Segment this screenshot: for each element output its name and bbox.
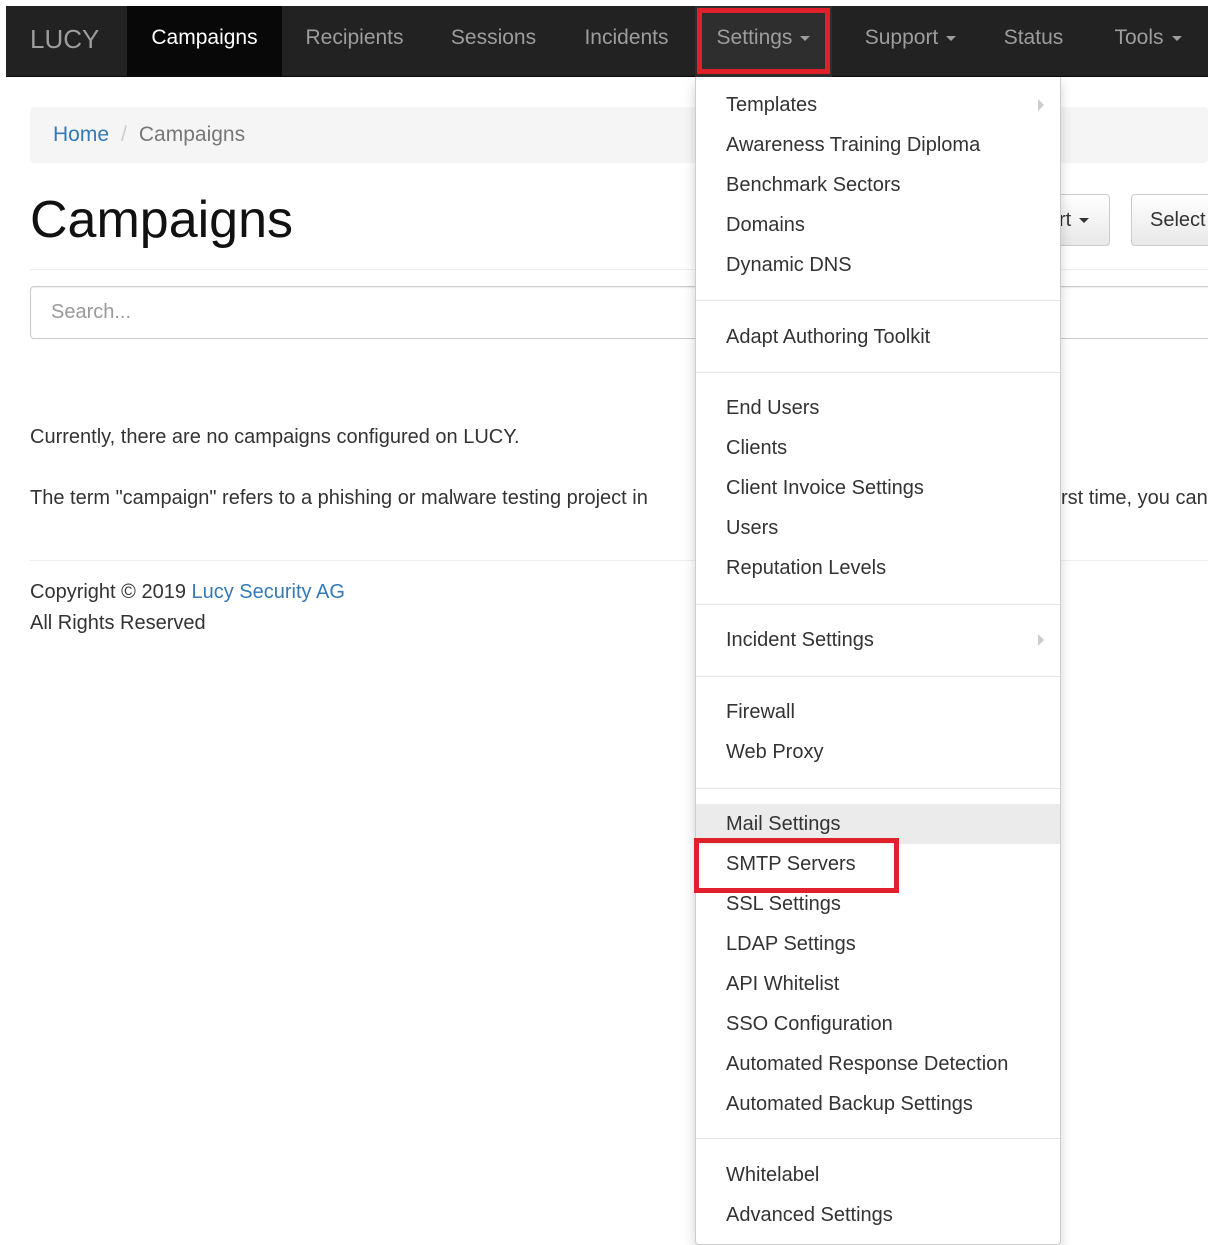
menu-item-awareness-training-diploma[interactable]: Awareness Training Diploma xyxy=(696,125,1060,165)
nav-support-label: Support xyxy=(864,26,939,49)
page-title: Campaigns xyxy=(30,191,294,249)
menu-item-dynamic-dns[interactable]: Dynamic DNS xyxy=(696,245,1060,285)
nav-recipients[interactable]: Recipients xyxy=(282,6,427,77)
menu-item-label: Mail Settings xyxy=(726,813,841,835)
menu-item-label: Reputation Levels xyxy=(726,557,887,579)
brand-logo[interactable]: LUCY xyxy=(6,6,127,77)
nav-settings-label: Settings xyxy=(716,26,793,49)
menu-divider xyxy=(696,604,1060,605)
chevron-down-icon xyxy=(1171,35,1182,41)
menu-divider xyxy=(696,372,1060,373)
menu-item-ssl-settings[interactable]: SSL Settings xyxy=(696,884,1060,924)
menu-item-advanced-settings[interactable]: Advanced Settings xyxy=(696,1195,1060,1235)
menu-divider xyxy=(696,788,1060,789)
nav-status[interactable]: Status xyxy=(981,6,1086,77)
nav-tools[interactable]: Tools xyxy=(1088,6,1208,77)
menu-item-smtp-servers[interactable]: SMTP Servers xyxy=(696,844,1060,884)
menu-item-adapt-authoring-toolkit[interactable]: Adapt Authoring Toolkit xyxy=(696,317,1060,357)
menu-divider xyxy=(696,1138,1060,1139)
menu-item-label: API Whitelist xyxy=(726,973,840,995)
menu-item-end-users[interactable]: End Users xyxy=(696,388,1060,428)
chevron-right-icon xyxy=(1038,634,1044,646)
nav-sessions[interactable]: Sessions xyxy=(427,6,560,77)
menu-divider xyxy=(696,676,1060,677)
empty-state-text: Currently, there are no campaigns config… xyxy=(30,426,520,448)
menu-item-firewall[interactable]: Firewall xyxy=(696,692,1060,732)
chevron-down-icon xyxy=(1079,218,1090,224)
menu-item-incident-settings[interactable]: Incident Settings xyxy=(696,620,1060,660)
menu-item-clients[interactable]: Clients xyxy=(696,428,1060,468)
menu-item-label: Templates xyxy=(726,94,818,116)
menu-item-label: SSO Configuration xyxy=(726,1013,893,1035)
menu-item-sso-configuration[interactable]: SSO Configuration xyxy=(696,1004,1060,1044)
menu-item-label: Awareness Training Diploma xyxy=(726,134,981,156)
menu-item-reputation-levels[interactable]: Reputation Levels xyxy=(696,548,1060,588)
breadcrumb-current: Campaigns xyxy=(138,123,246,146)
nav-incidents[interactable]: Incidents xyxy=(560,6,693,77)
menu-item-templates[interactable]: Templates xyxy=(696,85,1060,125)
top-navbar: LUCY Campaigns Recipients Sessions Incid… xyxy=(6,6,1208,77)
nav-campaigns[interactable]: Campaigns xyxy=(127,6,282,77)
menu-item-label: Web Proxy xyxy=(726,741,824,763)
campaign-term-text-tail: rst time, you can xyxy=(1061,487,1208,509)
menu-item-label: Domains xyxy=(726,214,805,236)
chevron-down-icon xyxy=(946,35,957,41)
menu-item-label: SMTP Servers xyxy=(726,853,856,875)
menu-item-automated-backup-settings[interactable]: Automated Backup Settings xyxy=(696,1084,1060,1124)
menu-item-label: SSL Settings xyxy=(726,893,841,915)
copyright-text: Copyright © 2019 xyxy=(30,581,186,603)
footer-rights: All Rights Reserved xyxy=(30,612,206,634)
menu-item-label: Clients xyxy=(726,437,788,459)
menu-item-whitelabel[interactable]: Whitelabel xyxy=(696,1155,1060,1195)
nav-support[interactable]: Support xyxy=(842,6,979,77)
menu-item-label: Dynamic DNS xyxy=(726,254,852,276)
menu-item-mail-settings[interactable]: Mail Settings xyxy=(696,804,1060,844)
nav-settings[interactable]: Settings xyxy=(695,6,832,77)
menu-item-label: LDAP Settings xyxy=(726,933,856,955)
nav-tools-label: Tools xyxy=(1114,26,1164,49)
chevron-right-icon xyxy=(1038,99,1044,111)
breadcrumb-separator: / xyxy=(121,123,127,146)
menu-item-label: Users xyxy=(726,517,779,539)
menu-item-users[interactable]: Users xyxy=(696,508,1060,548)
menu-item-label: Automated Backup Settings xyxy=(726,1093,973,1115)
menu-item-api-whitelist[interactable]: API Whitelist xyxy=(696,964,1060,1004)
campaign-term-text: The term "campaign" refers to a phishing… xyxy=(30,487,648,509)
menu-item-label: Adapt Authoring Toolkit xyxy=(726,326,931,348)
menu-item-label: Firewall xyxy=(726,701,795,723)
nav-recipients-label: Recipients xyxy=(305,26,404,49)
nav-status-label: Status xyxy=(1003,26,1064,49)
menu-item-domains[interactable]: Domains xyxy=(696,205,1060,245)
nav-sessions-label: Sessions xyxy=(450,26,537,49)
menu-item-automated-response-detection[interactable]: Automated Response Detection xyxy=(696,1044,1060,1084)
settings-dropdown-menu: Templates Awareness Training Diploma Ben… xyxy=(695,77,1061,1245)
select-button-label: Select xyxy=(1150,209,1206,231)
menu-item-web-proxy[interactable]: Web Proxy xyxy=(696,732,1060,772)
menu-item-label: End Users xyxy=(726,397,820,419)
menu-item-label: Benchmark Sectors xyxy=(726,174,901,196)
nav-incidents-label: Incidents xyxy=(584,26,669,49)
menu-item-label: Client Invoice Settings xyxy=(726,477,924,499)
chevron-down-icon xyxy=(800,35,811,41)
menu-item-label: Incident Settings xyxy=(726,629,874,651)
menu-item-ldap-settings[interactable]: LDAP Settings xyxy=(696,924,1060,964)
menu-item-benchmark-sectors[interactable]: Benchmark Sectors xyxy=(696,165,1060,205)
menu-item-label: Advanced Settings xyxy=(726,1204,893,1226)
nav-campaigns-label: Campaigns xyxy=(151,26,258,49)
menu-item-client-invoice-settings[interactable]: Client Invoice Settings xyxy=(696,468,1060,508)
select-button[interactable]: Select xyxy=(1131,194,1208,246)
menu-divider xyxy=(696,300,1060,301)
menu-item-label: Whitelabel xyxy=(726,1164,820,1186)
footer-copyright: Copyright © 2019 Lucy Security AG xyxy=(30,581,345,604)
company-link[interactable]: Lucy Security AG xyxy=(192,581,345,603)
breadcrumb-home-link[interactable]: Home xyxy=(53,123,109,146)
menu-item-label: Automated Response Detection xyxy=(726,1053,1009,1075)
